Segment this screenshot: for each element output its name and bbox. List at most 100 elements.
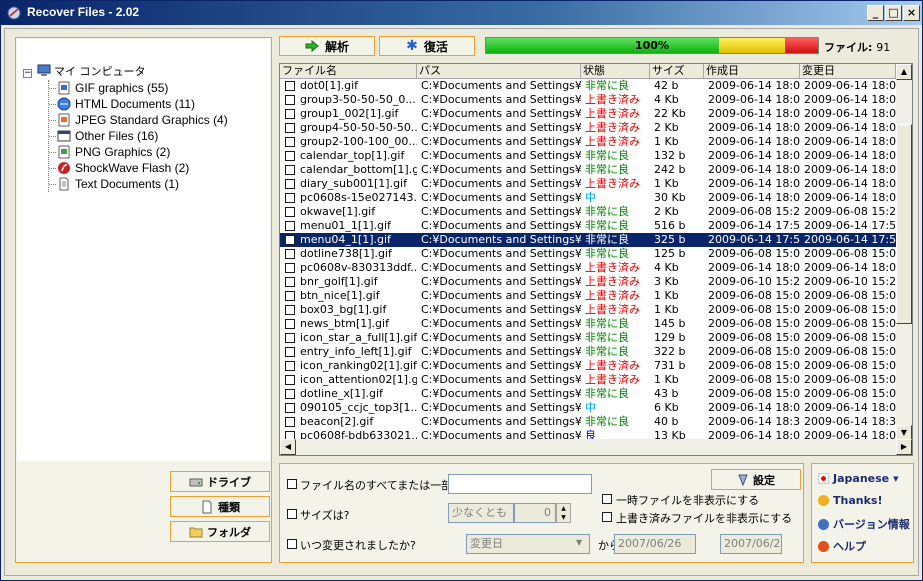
tree-collapse-toggle[interactable]: − (23, 69, 32, 78)
row-checkbox[interactable] (285, 123, 295, 133)
filename-filter-checkbox[interactable] (287, 479, 297, 489)
row-checkbox[interactable] (285, 277, 295, 287)
row-checkbox[interactable] (285, 333, 295, 343)
row-checkbox[interactable] (285, 361, 295, 371)
row-checkbox[interactable] (285, 109, 295, 119)
column-header[interactable]: サイズ (650, 64, 704, 79)
row-checkbox[interactable] (285, 319, 295, 329)
drive-button[interactable]: ドライブ (170, 471, 270, 492)
row-checkbox[interactable] (285, 389, 295, 399)
scroll-left-button[interactable]: ◀ (280, 439, 296, 455)
table-row[interactable]: calendar_bottom[1].gif C:¥Documents and S… (280, 163, 896, 177)
size-mode-select[interactable]: 少なくとも (448, 503, 514, 523)
row-checkbox[interactable] (285, 417, 295, 427)
table-row[interactable]: group2-100-100_00... C:¥Documents and Set… (280, 135, 896, 149)
table-row[interactable]: icon_ranking02[1].gif C:¥Documents and Se… (280, 359, 896, 373)
table-row[interactable]: dotline738[1].gif C:¥Documents and Settin… (280, 247, 896, 261)
thanks-link[interactable]: Thanks! (818, 494, 882, 507)
title-bar[interactable]: Recover Files - 2.02 _ □ × (1, 1, 922, 25)
category-tree[interactable]: − マイ コンピュータ GIF graphics (55) HTML Docume… (17, 39, 270, 461)
table-row[interactable]: news_btm[1].gif C:¥Documents and Settings… (280, 317, 896, 331)
date-filter-checkbox[interactable] (287, 539, 297, 549)
row-checkbox[interactable] (285, 137, 295, 147)
row-checkbox[interactable] (285, 81, 295, 91)
table-row[interactable]: group4-50-50-50-50... C:¥Documents and Se… (280, 121, 896, 135)
date-mode-select[interactable]: 変更日 (466, 534, 590, 554)
row-checkbox[interactable] (285, 95, 295, 105)
table-row[interactable]: pc0608s-15e027143... C:¥Documents and Set… (280, 191, 896, 205)
row-checkbox[interactable] (285, 249, 295, 259)
tree-root-my-computer[interactable]: マイ コンピュータ (37, 63, 146, 79)
column-header[interactable]: 変更日 (800, 64, 896, 79)
table-row[interactable]: menu01_1[1].gif C:¥Documents and Settings… (280, 219, 896, 233)
table-row[interactable]: calendar_top[1].gif C:¥Documents and Sett… (280, 149, 896, 163)
maximize-button[interactable]: □ (885, 5, 902, 21)
table-row[interactable]: icon_attention02[1].gif C:¥Documents and … (280, 373, 896, 387)
row-checkbox[interactable] (285, 291, 295, 301)
tree-item[interactable]: GIF graphics (55) (57, 80, 168, 96)
tree-item[interactable]: ShockWave Flash (2) (57, 160, 189, 176)
tree-item[interactable]: Other Files (16) (57, 128, 158, 144)
row-checkbox[interactable] (285, 375, 295, 385)
horizontal-scrollbar[interactable]: ◀ ▶ (280, 439, 912, 455)
table-row[interactable]: dotline_x[1].gif C:¥Documents and Setting… (280, 387, 896, 401)
row-checkbox[interactable] (285, 235, 295, 245)
minimize-button[interactable]: _ (867, 5, 884, 21)
language-selector[interactable]: Japanese ▼ (818, 472, 899, 485)
row-checkbox[interactable] (285, 165, 295, 175)
table-row[interactable]: entry_info_left[1].gif C:¥Documents and S… (280, 345, 896, 359)
row-checkbox[interactable] (285, 305, 295, 315)
column-header[interactable]: 作成日 (704, 64, 800, 79)
help-link[interactable]: ヘルプ (818, 538, 866, 554)
hide-temp-checkbox[interactable] (602, 494, 612, 504)
table-row[interactable]: diary_sub001[1].gif C:¥Documents and Sett… (280, 177, 896, 191)
row-checkbox[interactable] (285, 179, 295, 189)
table-row[interactable]: 090105_ccjc_top3[1... C:¥Documents and Se… (280, 401, 896, 415)
table-row[interactable]: group1_002[1].gif C:¥Documents and Settin… (280, 107, 896, 121)
table-row[interactable]: menu04_1[1].gif C:¥Documents and Settings… (280, 233, 896, 247)
column-header[interactable]: 状態 (581, 64, 650, 79)
scroll-up-button[interactable]: ▲ (896, 64, 912, 80)
restore-button[interactable]: ✱ 復活 (379, 36, 475, 56)
column-header[interactable]: ファイル名 (280, 64, 417, 79)
row-checkbox[interactable] (285, 263, 295, 273)
hide-overwritten-checkbox[interactable] (602, 512, 612, 522)
table-row[interactable]: pc0608v-830313ddf... C:¥Documents and Set… (280, 261, 896, 275)
close-button[interactable]: × (903, 5, 920, 21)
version-link[interactable]: バージョン情報 (818, 516, 910, 532)
tree-item[interactable]: HTML Documents (11) (57, 96, 195, 112)
table-row[interactable]: okwave[1].gif C:¥Documents and Settings¥.… (280, 205, 896, 219)
analyze-button[interactable]: 解析 (279, 36, 375, 56)
tree-item[interactable]: PNG Graphics (2) (57, 144, 170, 160)
tree-item[interactable]: Text Documents (1) (57, 176, 179, 192)
table-row[interactable]: icon_star_a_full[1].gif C:¥Documents and … (280, 331, 896, 345)
tree-item[interactable]: JPEG Standard Graphics (4) (57, 112, 228, 128)
row-checkbox[interactable] (285, 207, 295, 217)
settings-button[interactable]: 設定 (711, 469, 801, 490)
table-row[interactable]: dot0[1].gif C:¥Documents and Settings¥...… (280, 79, 896, 93)
table-row[interactable]: group3-50-50-50_0... C:¥Documents and Set… (280, 93, 896, 107)
table-row[interactable]: bnr_golf[1].gif C:¥Documents and Settings… (280, 275, 896, 289)
row-checkbox[interactable] (285, 151, 295, 161)
size-filter-checkbox[interactable] (287, 509, 297, 519)
row-checkbox[interactable] (285, 193, 295, 203)
row-checkbox[interactable] (285, 347, 295, 357)
date-from-input[interactable]: 2007/06/26 (614, 534, 696, 554)
type-button[interactable]: 種類 (170, 496, 270, 517)
table-row[interactable]: btn_nice[1].gif C:¥Documents and Settings… (280, 289, 896, 303)
row-checkbox[interactable] (285, 403, 295, 413)
filename-filter-input[interactable] (448, 474, 592, 494)
row-checkbox[interactable] (285, 221, 295, 231)
table-body[interactable]: dot0[1].gif C:¥Documents and Settings¥...… (280, 79, 896, 443)
size-value-input[interactable]: 0 (514, 503, 556, 523)
table-row[interactable]: box03_bg[1].gif C:¥Documents and Settings… (280, 303, 896, 317)
vertical-scrollbar[interactable]: ▲ ▼ (896, 64, 912, 441)
scroll-thumb[interactable] (896, 124, 912, 324)
file-table[interactable]: ファイル名 パス 状態 サイズ 作成日 変更日 dot0[1].gif C:¥Documen… (279, 63, 913, 456)
date-to-input[interactable]: 2007/06/2 (720, 534, 782, 554)
scroll-right-button[interactable]: ▶ (896, 439, 912, 455)
size-spinner[interactable]: ▲ ▼ (556, 503, 571, 523)
column-header[interactable]: パス (417, 64, 581, 79)
table-row[interactable]: beacon[2].gif C:¥Documents and Settings¥.… (280, 415, 896, 429)
folder-button[interactable]: フォルダ (170, 521, 270, 542)
